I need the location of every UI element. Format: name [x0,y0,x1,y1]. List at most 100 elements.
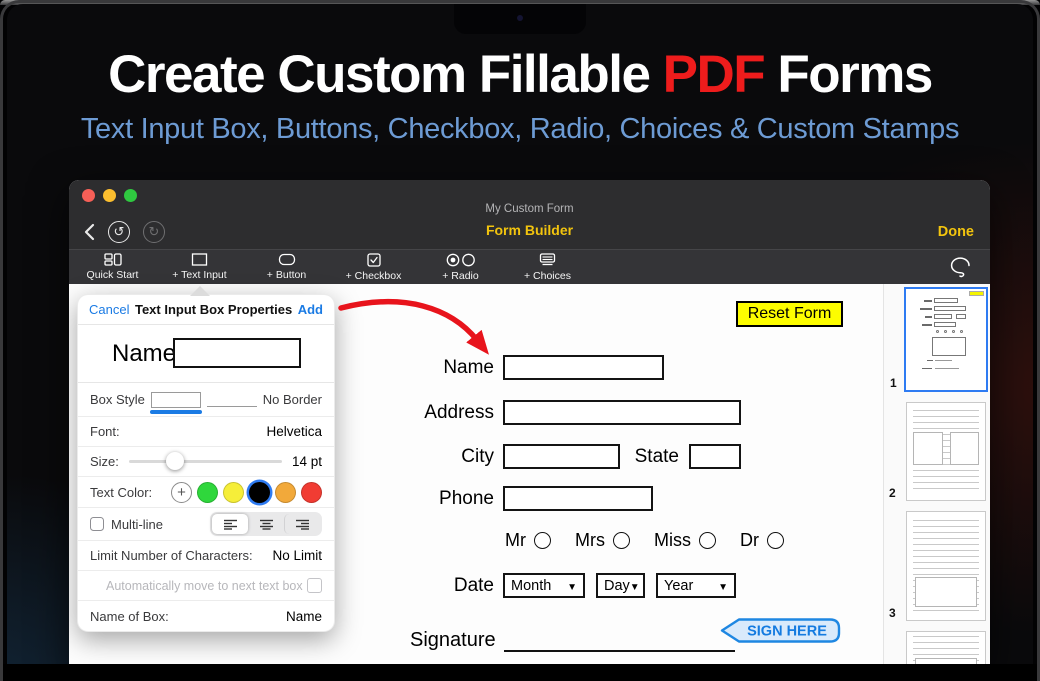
multiline-toggle: Multi-line [90,517,163,532]
radio-button[interactable] [534,532,551,549]
preview-field-box[interactable] [173,338,301,368]
auto-move-checkbox[interactable] [307,578,322,593]
align-center-icon [259,519,274,530]
alignment-segmented-control [210,512,322,536]
hero-title-prefix: Create Custom Fillable [108,45,663,104]
date-year-dropdown[interactable]: Year [656,573,736,598]
box-style-option-underline[interactable] [207,406,257,407]
state-field-input[interactable] [689,444,741,469]
name-field-label: Name [419,355,494,380]
titlebar: My Custom Form Form Builder Done [69,180,990,249]
limit-characters-row[interactable]: Limit Number of Characters: No Limit [78,541,334,571]
auto-move-label: Automatically move to next text box [90,579,303,593]
pdf-canvas: Reset Form Name Address City State Phone… [69,284,883,664]
lasso-scribble-icon[interactable] [947,254,974,286]
minimize-window-button[interactable] [103,189,116,202]
toolbar-item-label: + Text Input [172,269,226,281]
name-of-box-label: Name of Box: [90,609,169,624]
form-builder-toolbar: Quick Start + Text Input + Button [69,249,990,284]
title-radio-group: Mr Mrs Miss Dr [505,530,784,551]
align-center-button[interactable] [248,514,284,534]
radio-button[interactable] [699,532,716,549]
toolbar-item-radio[interactable]: + Radio [417,250,504,284]
panel-header: Cancel Text Input Box Properties Add [78,295,334,325]
box-style-option-no-border[interactable]: No Border [263,392,322,407]
name-field-input[interactable] [503,355,664,380]
align-right-icon [295,519,310,530]
box-style-option-border[interactable] [151,392,201,408]
page-thumbnail-3[interactable] [906,511,986,621]
choices-icon [539,253,556,267]
titlebar-titles: My Custom Form Form Builder [69,203,990,238]
date-month-dropdown[interactable]: Month [503,573,585,598]
button-icon [278,253,296,266]
add-color-button[interactable] [171,482,192,503]
close-window-button[interactable] [82,189,95,202]
toolbar-item-label: + Button [267,269,306,281]
radio-label: Miss [654,530,691,551]
color-swatch-yellow[interactable] [223,482,244,503]
dropdown-caret-icon [630,578,640,594]
hero-subtitle: Text Input Box, Buttons, Checkbox, Radio… [7,113,1033,146]
dropdown-value: Month [511,578,551,594]
multiline-checkbox[interactable] [90,517,104,531]
box-style-label: Box Style [90,392,145,407]
address-field-label: Address [394,400,494,425]
phone-field-input[interactable] [503,486,653,511]
dropdown-caret-icon [567,578,577,594]
align-left-icon [223,519,238,530]
camera-dot [517,15,523,21]
name-of-box-row[interactable]: Name of Box: Name [78,601,334,631]
add-button[interactable]: Add [298,302,323,317]
sign-here-label: SIGN HERE [747,624,827,640]
page-thumbnail-4[interactable] [906,631,986,664]
cancel-button[interactable]: Cancel [89,302,129,317]
page-thumbnail-1-selected[interactable] [904,287,988,392]
screen-bottom-edge [0,664,1040,681]
reset-form-button[interactable]: Reset Form [736,301,843,327]
address-field-input[interactable] [503,400,741,425]
toolbar-item-label: + Radio [442,270,478,282]
radio-button[interactable] [767,532,784,549]
font-row[interactable]: Font: Helvetica [78,417,334,447]
dropdown-value: Year [664,578,693,594]
toolbar-item-text-input[interactable]: + Text Input [156,250,243,284]
dropdown-caret-icon [718,578,728,594]
name-of-box-value: Name [286,609,322,624]
popover-caret [190,286,210,296]
multiline-label: Multi-line [111,517,163,532]
color-swatch-orange[interactable] [275,482,296,503]
quick-start-icon [104,253,122,266]
size-row: Size: 14 pt [78,447,334,477]
dropdown-value: Day [604,578,630,594]
done-button[interactable]: Done [938,224,974,240]
align-right-button[interactable] [284,514,320,534]
radio-item-mrs: Mrs [575,530,630,551]
text-input-icon [191,253,208,266]
limit-label: Limit Number of Characters: [90,548,253,563]
sign-here-stamp[interactable]: SIGN HERE [720,617,842,649]
page-number: 2 [889,486,896,500]
page-number: 1 [890,376,897,390]
auto-move-row: Automatically move to next text box [78,571,334,601]
toolbar-item-choices[interactable]: + Choices [504,250,591,284]
toolbar-item-checkbox[interactable]: + Checkbox [330,250,417,284]
zoom-window-button[interactable] [124,189,137,202]
laptop-screen: Create Custom Fillable PDF Forms Text In… [7,4,1033,664]
slider-thumb[interactable] [166,452,184,470]
color-swatch-black-selected[interactable] [249,482,270,503]
toolbar-item-quick-start[interactable]: Quick Start [69,250,156,284]
color-swatch-green[interactable] [197,482,218,503]
document-title: My Custom Form [69,203,990,215]
toolbar-item-label: + Checkbox [346,270,402,282]
city-field-input[interactable] [503,444,620,469]
phone-field-label: Phone [414,486,494,511]
size-slider[interactable] [129,460,282,464]
signature-line[interactable] [504,628,735,652]
radio-button[interactable] [613,532,630,549]
page-thumbnail-2[interactable] [906,402,986,501]
align-left-button[interactable] [212,514,248,534]
date-day-dropdown[interactable]: Day [596,573,645,598]
color-swatch-red[interactable] [301,482,322,503]
toolbar-item-button[interactable]: + Button [243,250,330,284]
